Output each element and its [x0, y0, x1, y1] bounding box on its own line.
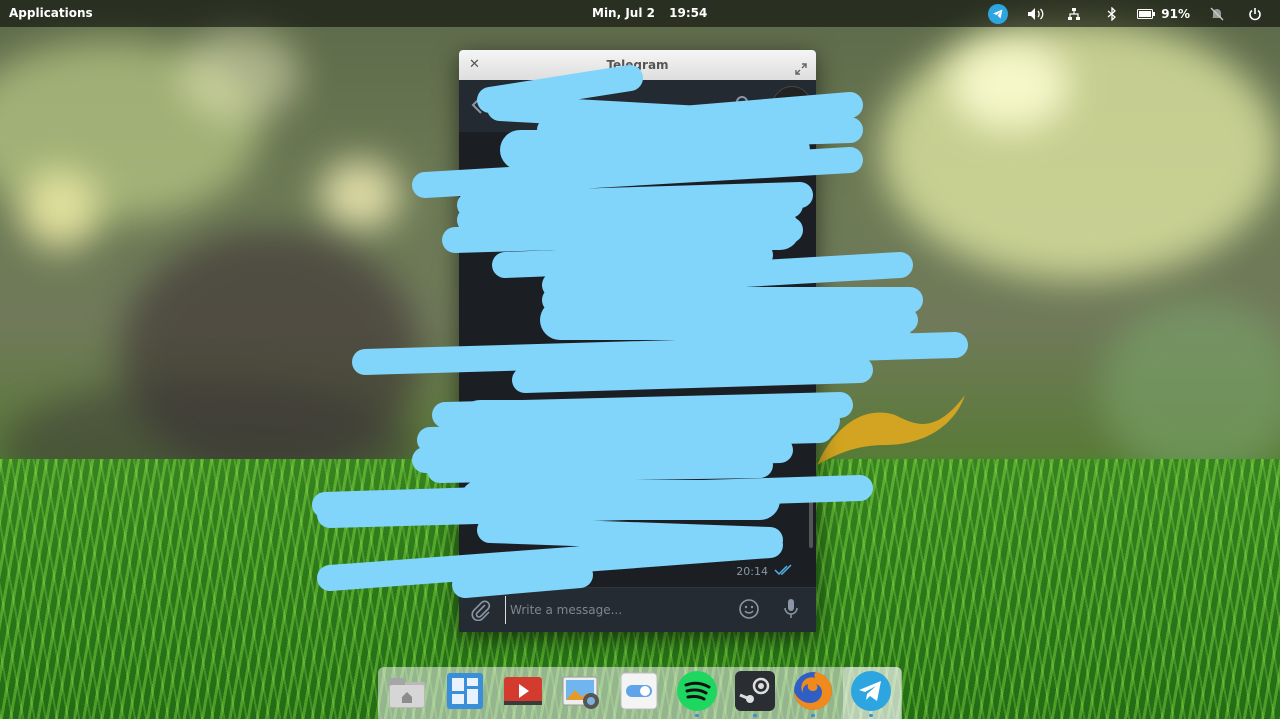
battery-icon	[1137, 8, 1156, 19]
network-icon[interactable]	[1061, 0, 1087, 27]
contact-avatar[interactable]	[772, 86, 812, 126]
window-titlebar[interactable]: ✕ Telegram	[459, 50, 816, 80]
power-icon[interactable]	[1242, 0, 1268, 27]
settings-icon[interactable]	[618, 670, 660, 712]
message-composer	[459, 587, 816, 632]
volume-icon[interactable]	[1023, 0, 1049, 27]
microphone-icon[interactable]	[783, 598, 799, 624]
battery-indicator[interactable]: 91%	[1137, 7, 1190, 21]
message-list[interactable]: 20:14	[459, 132, 816, 588]
telegram-tray-icon[interactable]	[985, 0, 1011, 27]
window-title: Telegram	[606, 58, 669, 72]
notifications-off-icon[interactable]	[1204, 0, 1230, 27]
videos-icon[interactable]	[502, 670, 544, 712]
telegram-icon[interactable]	[850, 670, 892, 717]
files-icon[interactable]	[386, 670, 428, 712]
read-checkmarks-icon	[774, 561, 794, 580]
bluetooth-icon[interactable]	[1099, 0, 1125, 27]
message-scrollbar[interactable]	[809, 488, 813, 548]
steam-icon[interactable]	[734, 670, 776, 717]
telegram-window: ✕ Telegram 20:14	[459, 50, 816, 632]
spotify-icon[interactable]	[676, 670, 718, 717]
chat-header	[459, 80, 816, 132]
search-icon[interactable]	[735, 95, 753, 117]
system-tray: 91%	[985, 0, 1280, 27]
close-icon[interactable]: ✕	[469, 50, 480, 80]
date-label: Min, Jul 2	[592, 6, 655, 20]
emoji-icon[interactable]	[738, 598, 760, 624]
applications-menu[interactable]: Applications	[9, 6, 93, 20]
multitasking-icon[interactable]	[444, 670, 486, 712]
attach-icon[interactable]	[471, 599, 491, 625]
photos-icon[interactable]	[560, 670, 602, 712]
message-time: 20:14	[736, 565, 768, 578]
top-panel: Applications Min, Jul 2 19:54 91%	[0, 0, 1280, 27]
back-icon[interactable]	[471, 95, 483, 119]
time-label: 19:54	[669, 6, 708, 20]
firefox-icon[interactable]	[792, 670, 834, 717]
dock	[378, 667, 902, 719]
battery-percent: 91%	[1161, 6, 1190, 21]
datetime-indicator[interactable]: Min, Jul 2 19:54	[592, 6, 717, 20]
message-input[interactable]	[505, 596, 732, 624]
leaf-decoration	[817, 395, 965, 465]
